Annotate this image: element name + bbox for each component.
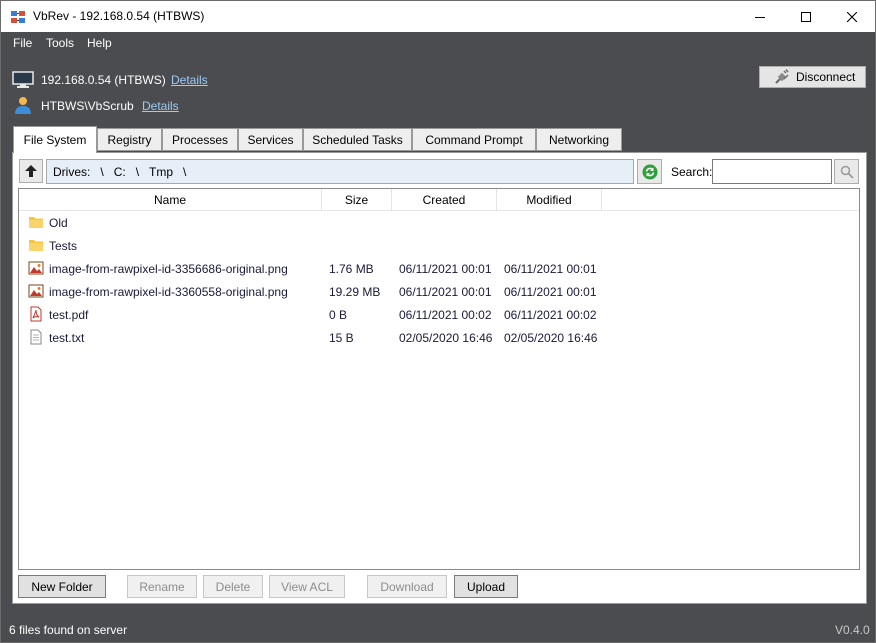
version-label: V0.4.0: [835, 623, 870, 637]
monitor-icon: [12, 71, 34, 88]
download-button[interactable]: Download: [367, 575, 447, 598]
host-name: 192.168.0.54 (HTBWS): [41, 73, 166, 87]
folder-icon: [29, 240, 43, 251]
user-icon: [15, 97, 31, 114]
upload-button[interactable]: Upload: [454, 575, 518, 598]
user-name: HTBWS\VbScrub: [41, 99, 134, 113]
column-header-name[interactable]: Name: [19, 189, 322, 210]
new-folder-button[interactable]: New Folder: [18, 575, 106, 598]
file-name: image-from-rawpixel-id-3360558-original.…: [49, 285, 288, 299]
file-modified: 06/11/2021 00:02: [504, 308, 597, 322]
close-icon: [847, 11, 857, 22]
file-created: 06/11/2021 00:01: [399, 285, 492, 299]
status-bar: 6 files found on server V0.4.0: [1, 615, 875, 642]
status-message: 6 files found on server: [9, 623, 128, 637]
file-modified: 02/05/2020 16:46: [504, 331, 598, 345]
host-details-link[interactable]: Details: [171, 73, 208, 87]
file-name: Tests: [49, 239, 78, 253]
file-size: 19.29 MB: [329, 285, 381, 299]
vbrev-app-icon: [11, 11, 25, 23]
file-row-old[interactable]: Old: [19, 211, 859, 234]
connection-header: 192.168.0.54 (HTBWS) Details HTBWS\VbScr…: [1, 54, 875, 126]
search-input[interactable]: [712, 159, 832, 184]
plug-icon: [775, 69, 789, 84]
tab-scheduled-tasks[interactable]: Scheduled Tasks: [303, 128, 412, 151]
tab-registry[interactable]: Registry: [97, 128, 162, 151]
path-separator: \: [100, 165, 104, 179]
menu-help[interactable]: Help: [87, 36, 112, 50]
tab-file-system[interactable]: File System: [13, 126, 97, 153]
file-created: 02/05/2020 16:46: [399, 331, 493, 345]
title-bar[interactable]: VbRev - 192.168.0.54 (HTBWS): [1, 1, 875, 32]
column-header-size[interactable]: Size: [322, 189, 392, 210]
disconnect-label: Disconnect: [796, 70, 856, 84]
maximize-icon: [801, 11, 811, 22]
image-file-icon: [28, 261, 44, 275]
file-name: test.txt: [49, 331, 85, 345]
file-size: 15 B: [329, 331, 354, 345]
file-name: image-from-rawpixel-id-3356686-original.…: [49, 262, 288, 276]
file-system-panel: Drives: \ C: \ Tmp \ Search: Name Size Create…: [12, 152, 867, 604]
magnifier-icon: [840, 165, 854, 179]
window-title: VbRev - 192.168.0.54 (HTBWS): [33, 9, 205, 23]
file-row-image-2[interactable]: image-from-rawpixel-id-3360558-original.…: [19, 280, 859, 303]
file-size: 1.76 MB: [329, 262, 374, 276]
file-modified: 06/11/2021 00:01: [504, 262, 597, 276]
refresh-button[interactable]: [637, 159, 662, 184]
path-separator: \: [135, 165, 140, 179]
file-list[interactable]: Name Size Created Modified Old Tests ima…: [18, 188, 860, 570]
text-file-icon: [30, 329, 42, 345]
file-row-image-1[interactable]: image-from-rawpixel-id-3356686-original.…: [19, 257, 859, 280]
path-segment-tmp[interactable]: Tmp: [149, 165, 173, 179]
up-directory-button[interactable]: [19, 159, 43, 183]
view-acl-button[interactable]: View ACL: [269, 575, 345, 598]
tab-processes[interactable]: Processes: [162, 128, 238, 151]
close-button[interactable]: [829, 1, 875, 32]
file-row-txt[interactable]: test.txt 15 B 02/05/2020 16:46 02/05/202…: [19, 326, 859, 349]
file-created: 06/11/2021 00:01: [399, 262, 492, 276]
file-modified: 06/11/2021 00:01: [504, 285, 597, 299]
app-window: VbRev - 192.168.0.54 (HTBWS) File Tools …: [0, 0, 876, 643]
file-name: test.pdf: [49, 308, 89, 322]
file-name: Old: [49, 216, 68, 230]
pdf-file-icon: [30, 306, 42, 322]
delete-button[interactable]: Delete: [203, 575, 263, 598]
minimize-icon: [755, 16, 765, 18]
minimize-button[interactable]: [737, 1, 783, 32]
menu-file[interactable]: File: [13, 36, 32, 50]
disconnect-button[interactable]: Disconnect: [759, 66, 866, 88]
file-created: 06/11/2021 00:02: [399, 308, 492, 322]
file-row-pdf[interactable]: test.pdf 0 B 06/11/2021 00:02 06/11/2021…: [19, 303, 859, 326]
tab-command-prompt[interactable]: Command Prompt: [412, 128, 536, 151]
column-header-modified[interactable]: Modified: [497, 189, 602, 210]
image-file-icon: [28, 284, 44, 298]
search-label: Search:: [671, 165, 713, 179]
file-size: 0 B: [329, 308, 348, 322]
user-details-link[interactable]: Details: [142, 99, 179, 113]
rename-button[interactable]: Rename: [127, 575, 197, 598]
path-segment-drives[interactable]: Drives:: [53, 165, 90, 179]
folder-icon: [29, 217, 43, 228]
arrow-up-icon: [25, 165, 37, 177]
path-separator: \: [183, 165, 187, 179]
tab-services[interactable]: Services: [238, 128, 303, 151]
path-segment-c[interactable]: C:: [114, 165, 126, 179]
menu-bar: File Tools Help: [1, 32, 875, 54]
column-header-created[interactable]: Created: [392, 189, 497, 210]
path-breadcrumb[interactable]: Drives: \ C: \ Tmp \: [46, 159, 634, 184]
file-row-tests[interactable]: Tests: [19, 234, 859, 257]
tab-networking[interactable]: Networking: [536, 128, 622, 151]
refresh-icon: [642, 164, 657, 179]
maximize-button[interactable]: [783, 1, 829, 32]
search-button[interactable]: [834, 159, 859, 184]
menu-tools[interactable]: Tools: [46, 36, 74, 50]
